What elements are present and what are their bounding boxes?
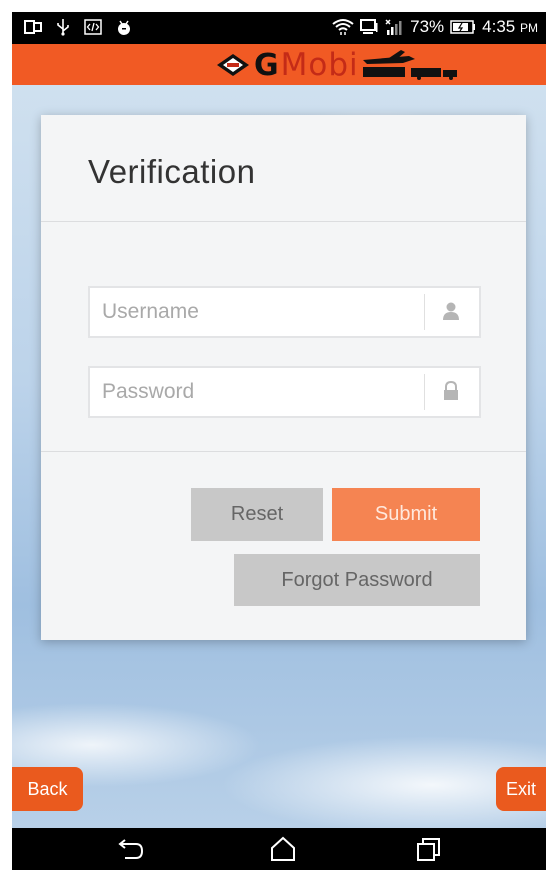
clock: 4:35 PM: [482, 17, 538, 37]
username-field[interactable]: [88, 286, 481, 338]
screenshot-icon: [360, 19, 378, 34]
back-nav-icon[interactable]: [117, 836, 145, 862]
logo-letter: G: [254, 47, 279, 83]
username-input[interactable]: [102, 298, 412, 326]
user-icon: [443, 302, 459, 320]
navigation-bar: [12, 828, 546, 870]
clock-time: 4:35: [482, 17, 516, 36]
logo-text: Mobi: [280, 47, 359, 83]
developer-icon: [84, 19, 102, 35]
card-title: Verification: [88, 153, 256, 190]
field-separator: [424, 294, 425, 330]
home-nav-icon[interactable]: [269, 836, 297, 862]
exit-button[interactable]: Exit: [496, 767, 546, 811]
usb-icon: [57, 19, 69, 36]
reset-button[interactable]: Reset: [191, 488, 323, 541]
signal-icon: [385, 19, 402, 35]
title-divider: [41, 221, 526, 222]
battery-percent: 73%: [410, 17, 445, 36]
status-bar: 73% 4:35 PM: [12, 12, 546, 44]
forgot-password-button[interactable]: Forgot Password: [234, 554, 480, 606]
back-button[interactable]: Back: [12, 767, 83, 811]
clock-ampm: PM: [520, 21, 538, 35]
form-divider: [41, 451, 526, 452]
app-header: G Mobi: [12, 44, 546, 85]
recents-nav-icon[interactable]: [415, 836, 443, 862]
notification-icons: [24, 18, 132, 36]
submit-button[interactable]: Submit: [332, 488, 480, 541]
system-status: 73% 4:35 PM: [332, 17, 538, 37]
verification-card: Verification Reset Submit Forgot Passwor…: [41, 115, 526, 640]
screen-mirror-icon: [24, 20, 42, 34]
lock-icon: [444, 381, 458, 400]
battery-icon: [450, 20, 476, 34]
field-separator: [424, 374, 425, 410]
android-debug-icon: [118, 20, 130, 35]
logo-vehicles-icon: [362, 50, 457, 80]
logo-emblem-icon: [217, 54, 249, 76]
app-logo: G Mobi: [216, 47, 467, 83]
wifi-icon: [332, 19, 354, 35]
password-input[interactable]: [102, 378, 412, 406]
phone-screen: 73% 4:35 PM G Mobi Verification Username…: [12, 12, 546, 870]
password-field[interactable]: [88, 366, 481, 418]
